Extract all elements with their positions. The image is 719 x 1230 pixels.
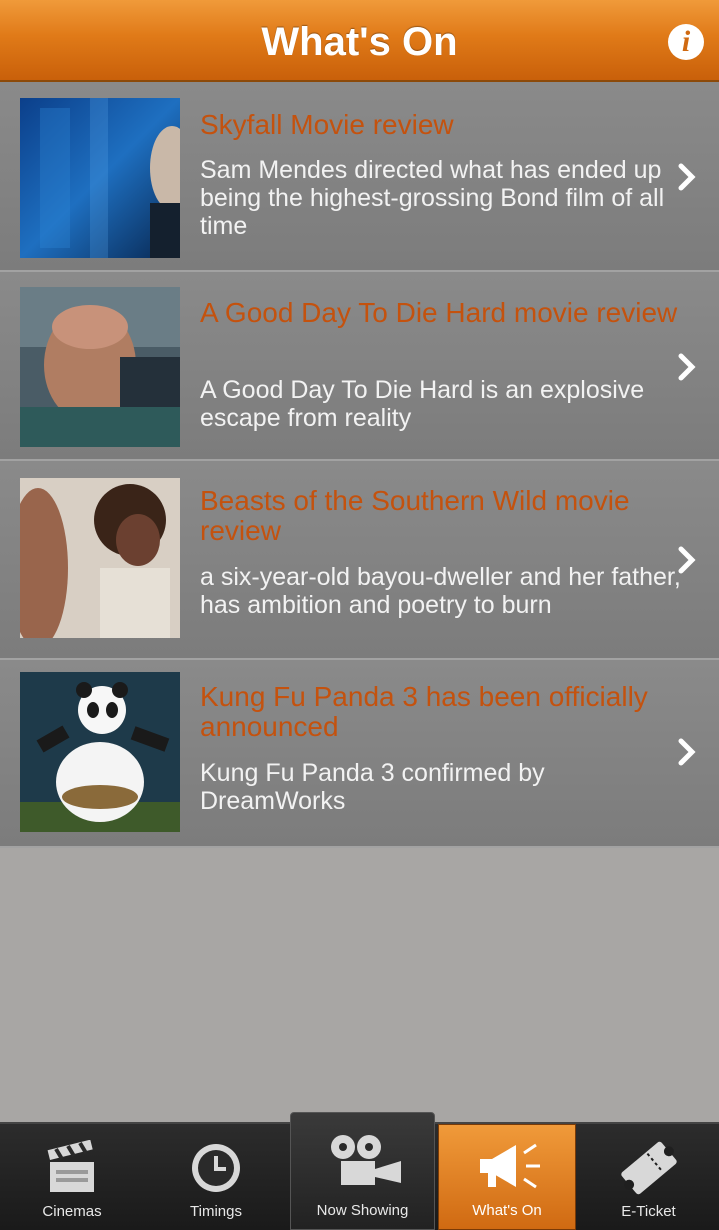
article-description: Kung Fu Panda 3 confirmed by DreamWorks xyxy=(200,759,545,815)
article-list: Skyfall Movie review Sam Mendes directed… xyxy=(0,82,719,848)
chevron-right-icon xyxy=(678,738,696,766)
article-title: Kung Fu Panda 3 has been officially anno… xyxy=(200,681,648,742)
tab-now-showing[interactable]: Now Showing xyxy=(290,1112,435,1230)
panda-thumbnail xyxy=(20,672,180,832)
chevron-right-icon xyxy=(678,163,696,191)
tab-label: Now Showing xyxy=(316,1202,409,1219)
tab-label: Timings xyxy=(190,1203,242,1220)
beasts-thumbnail xyxy=(20,478,180,638)
chevron-right-icon xyxy=(678,546,696,574)
article-description: A Good Day To Die Hard is an explosive e… xyxy=(200,376,645,432)
article-description: Sam Mendes directed what has ended up be… xyxy=(200,156,665,240)
article-description: a six-year-old bayou-dweller and her fat… xyxy=(200,563,681,619)
tab-label: E-Ticket xyxy=(621,1203,676,1220)
projector-icon xyxy=(330,1135,401,1185)
die-hard-thumbnail xyxy=(20,287,180,447)
clock-icon xyxy=(192,1144,240,1192)
chevron-right-icon xyxy=(678,353,696,381)
article-title: Beasts of the Southern Wild movie review xyxy=(200,485,630,546)
info-icon[interactable]: i xyxy=(668,24,704,60)
tab-bar: Cinemas Timings Now Showing What's On E-… xyxy=(0,1112,719,1230)
list-item[interactable]: Skyfall Movie review Sam Mendes directed… xyxy=(0,82,719,272)
tab-e-ticket[interactable]: E-Ticket xyxy=(578,1124,719,1230)
tab-timings[interactable]: Timings xyxy=(144,1124,288,1230)
list-item[interactable]: A Good Day To Die Hard movie review A Go… xyxy=(0,272,719,461)
tab-cinemas[interactable]: Cinemas xyxy=(0,1124,144,1230)
tab-label: What's On xyxy=(472,1202,542,1219)
skyfall-thumbnail xyxy=(20,98,180,258)
header-bar: What's On i xyxy=(0,0,719,82)
article-title: Skyfall Movie review xyxy=(200,109,454,140)
page-title: What's On xyxy=(261,20,458,64)
megaphone-icon xyxy=(480,1143,540,1189)
article-title: A Good Day To Die Hard movie review xyxy=(200,297,678,328)
list-item[interactable]: Beasts of the Southern Wild movie review… xyxy=(0,461,719,660)
tab-whats-on[interactable]: What's On xyxy=(438,1124,576,1230)
list-item[interactable]: Kung Fu Panda 3 has been officially anno… xyxy=(0,660,719,848)
ticket-icon xyxy=(620,1141,677,1195)
clapperboard-icon xyxy=(47,1140,94,1192)
tab-label: Cinemas xyxy=(42,1203,102,1220)
